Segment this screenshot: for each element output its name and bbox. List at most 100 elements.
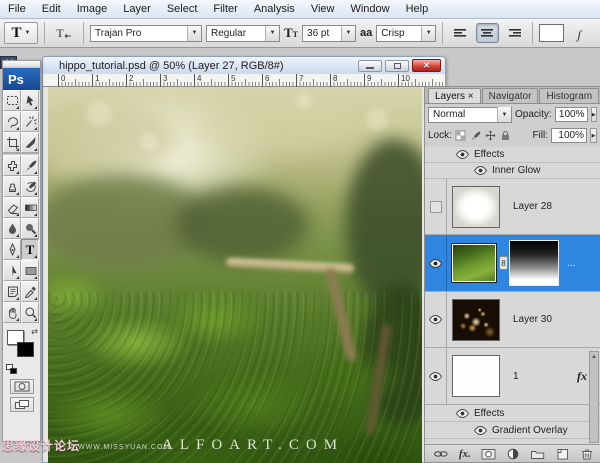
menu-image[interactable]: Image [69, 1, 116, 17]
lock-position-icon[interactable] [485, 130, 496, 141]
link-layers-icon[interactable] [433, 448, 449, 460]
horizontal-ruler[interactable]: 0 1 2 3 4 5 6 7 8 9 10 [43, 74, 445, 87]
eye-icon[interactable] [456, 150, 469, 159]
layer-row-selected[interactable]: 8 ... [425, 235, 600, 292]
fill-slider-arrow[interactable]: ▶ [590, 128, 597, 143]
delete-layer-icon[interactable] [579, 447, 593, 460]
lasso-tool[interactable] [3, 111, 21, 132]
panel-scrollbar[interactable]: ▲ [589, 351, 599, 443]
brush-tool[interactable] [21, 155, 39, 176]
text-orientation-button[interactable]: T [51, 23, 77, 43]
toolbox-drag-bar[interactable] [3, 61, 40, 68]
layer-name[interactable]: 1 [513, 371, 519, 382]
maximize-button[interactable] [385, 59, 409, 72]
layer-row-layer-28[interactable]: Layer 28 [425, 179, 600, 235]
background-color-swatch[interactable] [17, 342, 34, 357]
visibility-toggle[interactable] [425, 348, 447, 404]
fill-field[interactable]: 100% [551, 128, 587, 143]
crop-tool[interactable] [3, 132, 21, 153]
scroll-up-icon[interactable]: ▲ [590, 352, 598, 362]
effects-row[interactable]: Effects [425, 147, 600, 163]
lock-transparency-icon[interactable] [455, 130, 466, 141]
eyedropper-tool[interactable] [21, 281, 39, 302]
layer-row-1[interactable]: 1 fx ▲ [425, 348, 600, 405]
visibility-toggle[interactable] [425, 292, 447, 347]
tool-preset-picker[interactable]: T ▼ [4, 22, 38, 44]
menu-help[interactable]: Help [398, 1, 437, 17]
blur-tool[interactable] [3, 218, 21, 239]
mask-link-icon[interactable]: 8 [499, 256, 508, 270]
lock-all-icon[interactable] [500, 130, 511, 141]
eraser-tool[interactable] [3, 197, 21, 218]
notes-tool[interactable] [3, 281, 21, 302]
canvas[interactable] [48, 87, 422, 463]
menu-file[interactable]: File [0, 1, 34, 17]
font-family-select[interactable]: Trajan Pro ▼ [90, 24, 202, 42]
layer-thumbnail[interactable] [451, 243, 497, 283]
layer-thumbnail[interactable] [452, 185, 500, 228]
layer-style-row[interactable]: Inner Glow [425, 163, 600, 179]
layer-thumbnail[interactable] [452, 355, 500, 397]
font-style-select[interactable]: Regular ▼ [206, 24, 280, 42]
layer-row-layer-30[interactable]: Layer 30 [425, 292, 600, 348]
blend-mode-select[interactable]: Normal ▼ [428, 106, 512, 123]
menu-window[interactable]: Window [342, 1, 397, 17]
swap-colors-icon[interactable]: ⇄ [31, 327, 38, 336]
slice-tool[interactable] [21, 132, 39, 153]
align-right-button[interactable] [503, 23, 526, 43]
gradient-tool[interactable] [21, 197, 39, 218]
lock-pixels-icon[interactable] [470, 130, 481, 141]
layer-name[interactable]: Layer 30 [513, 314, 552, 325]
new-layer-icon[interactable] [555, 448, 569, 460]
menu-select[interactable]: Select [159, 1, 206, 17]
document-titlebar[interactable]: hippo_tutorial.psd @ 50% (Layer 27, RGB/… [43, 57, 445, 74]
move-tool[interactable] [21, 90, 39, 111]
close-button[interactable]: ✕ [412, 59, 441, 72]
opacity-slider-arrow[interactable]: ▶ [590, 107, 597, 122]
menu-filter[interactable]: Filter [205, 1, 245, 17]
path-selection-tool[interactable] [3, 260, 21, 281]
history-brush-tool[interactable] [21, 176, 39, 197]
font-size-select[interactable]: 36 pt ▼ [302, 24, 357, 42]
layer-style-row[interactable]: Gradient Overlay [425, 422, 600, 439]
menu-view[interactable]: View [303, 1, 343, 17]
menu-layer[interactable]: Layer [115, 1, 159, 17]
text-color-swatch[interactable] [539, 24, 565, 42]
warp-text-button[interactable]: ʃ [568, 23, 590, 43]
screen-mode-button[interactable] [9, 397, 34, 412]
align-center-button[interactable] [476, 23, 500, 43]
effects-row[interactable]: Effects [425, 405, 600, 422]
anti-alias-select[interactable]: Crisp ▼ [376, 24, 437, 42]
hand-tool[interactable] [3, 302, 21, 323]
minimize-button[interactable] [358, 59, 382, 72]
dodge-tool[interactable] [21, 218, 39, 239]
adjustment-layer-icon[interactable] [506, 448, 520, 460]
visibility-toggle[interactable] [425, 179, 447, 234]
healing-patch-tool[interactable] [3, 155, 21, 176]
new-group-icon[interactable] [530, 448, 545, 460]
layer-thumbnail[interactable] [452, 298, 500, 341]
eye-icon[interactable] [474, 425, 487, 435]
eye-icon[interactable] [456, 408, 469, 418]
quick-mask-button[interactable] [9, 379, 34, 394]
visibility-toggle[interactable] [425, 235, 447, 291]
layer-mask-thumbnail[interactable] [509, 240, 559, 286]
layer-name[interactable]: Layer 28 [513, 201, 552, 212]
layer-name[interactable]: ... [567, 258, 575, 269]
magic-wand-tool[interactable] [21, 111, 39, 132]
menu-edit[interactable]: Edit [34, 1, 69, 17]
opacity-field[interactable]: 100% [554, 107, 588, 122]
menu-analysis[interactable]: Analysis [246, 1, 303, 17]
marquee-tool[interactable] [3, 90, 21, 111]
clone-stamp-tool[interactable] [3, 176, 21, 197]
align-left-button[interactable] [449, 23, 472, 43]
shape-tool[interactable] [21, 260, 39, 281]
layer-style-icon[interactable]: fx. [459, 448, 471, 460]
eye-icon[interactable] [474, 166, 487, 175]
type-tool[interactable]: T [21, 239, 39, 260]
tab-histogram[interactable]: Histogram [539, 88, 600, 103]
add-layer-mask-icon[interactable] [481, 448, 497, 460]
pen-tool[interactable] [3, 239, 21, 260]
zoom-tool[interactable] [21, 302, 39, 323]
tab-navigator[interactable]: Navigator [481, 88, 539, 103]
